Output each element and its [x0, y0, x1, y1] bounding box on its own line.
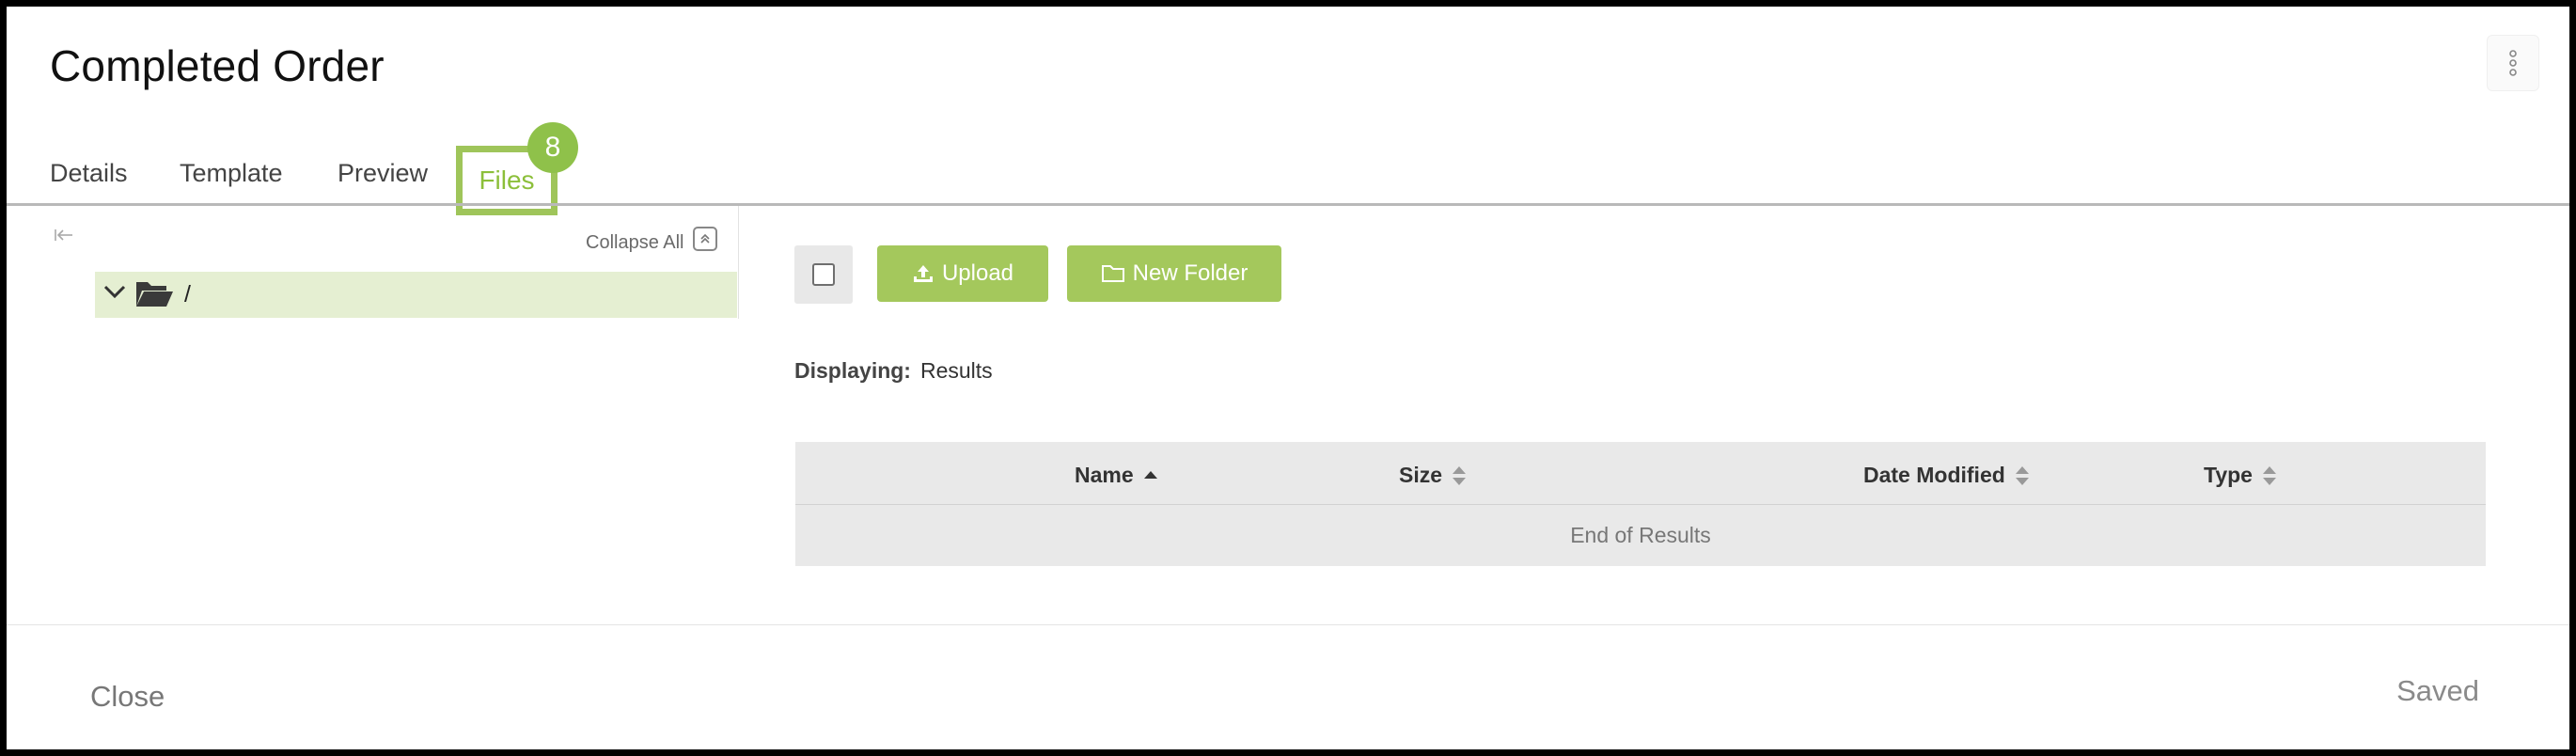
end-of-results-row: End of Results — [1570, 523, 1711, 547]
files-table: Name Size Date Modified Type End of Resu… — [795, 442, 2486, 566]
tree-item-label: / — [184, 281, 191, 307]
tree-item-root[interactable]: / — [95, 272, 737, 318]
collapse-sidebar-button[interactable] — [54, 227, 74, 248]
displaying-label: Displaying: — [794, 358, 911, 383]
sort-icon — [1453, 465, 1467, 485]
save-status: Saved — [2396, 674, 2479, 707]
folder-icon — [1101, 265, 1124, 282]
upload-button[interactable]: Upload — [877, 245, 1048, 302]
tab-details[interactable]: Details — [50, 159, 128, 188]
table-header: Name Size Date Modified Type — [795, 442, 2486, 505]
collapse-all-label[interactable]: Collapse All — [586, 232, 684, 254]
column-header-label: Type — [2204, 463, 2253, 487]
column-header-size[interactable]: Size — [1399, 463, 1467, 488]
sort-ascending-icon — [1143, 470, 1157, 479]
tab-bar: Details Template Preview Files 8 — [7, 122, 2569, 215]
folder-tree-panel: Collapse All / — [7, 206, 739, 319]
chevron-double-up-icon — [700, 233, 710, 244]
kebab-vertical-icon — [2509, 50, 2517, 76]
chevron-down-icon[interactable] — [102, 283, 127, 305]
displaying-summary: Displaying: Results — [794, 358, 993, 384]
column-header-label: Name — [1075, 463, 1134, 487]
files-count-badge: 8 — [527, 122, 578, 173]
upload-icon — [913, 265, 933, 282]
dialog-title: Completed Order — [50, 41, 385, 90]
collapse-left-icon — [55, 229, 72, 241]
dialog-header: Completed Order Details Template Preview… — [7, 7, 2569, 215]
select-all-checkbox[interactable] — [794, 245, 853, 304]
column-header-label: Date Modified — [1863, 463, 2005, 487]
new-folder-button-label: New Folder — [1132, 260, 1249, 286]
sort-icon — [2262, 465, 2276, 485]
collapse-all-button[interactable] — [693, 227, 717, 251]
upload-button-label: Upload — [941, 260, 1014, 286]
tab-preview[interactable]: Preview — [338, 159, 428, 188]
checkbox-box — [812, 263, 835, 286]
folder-open-icon — [134, 278, 174, 313]
close-button[interactable]: Close — [90, 680, 165, 714]
order-dialog: Completed Order Details Template Preview… — [7, 7, 2569, 749]
displaying-value: Results — [919, 358, 993, 383]
column-header-label: Size — [1399, 463, 1443, 487]
dialog-footer: Close Saved — [7, 625, 2569, 749]
sort-icon — [2015, 465, 2029, 485]
column-header-type[interactable]: Type — [2204, 463, 2277, 488]
more-options-button[interactable] — [2487, 35, 2539, 91]
tab-template[interactable]: Template — [180, 159, 283, 188]
column-header-name[interactable]: Name — [1075, 463, 1158, 488]
new-folder-button[interactable]: New Folder — [1067, 245, 1281, 302]
column-header-date-modified[interactable]: Date Modified — [1863, 463, 2030, 488]
